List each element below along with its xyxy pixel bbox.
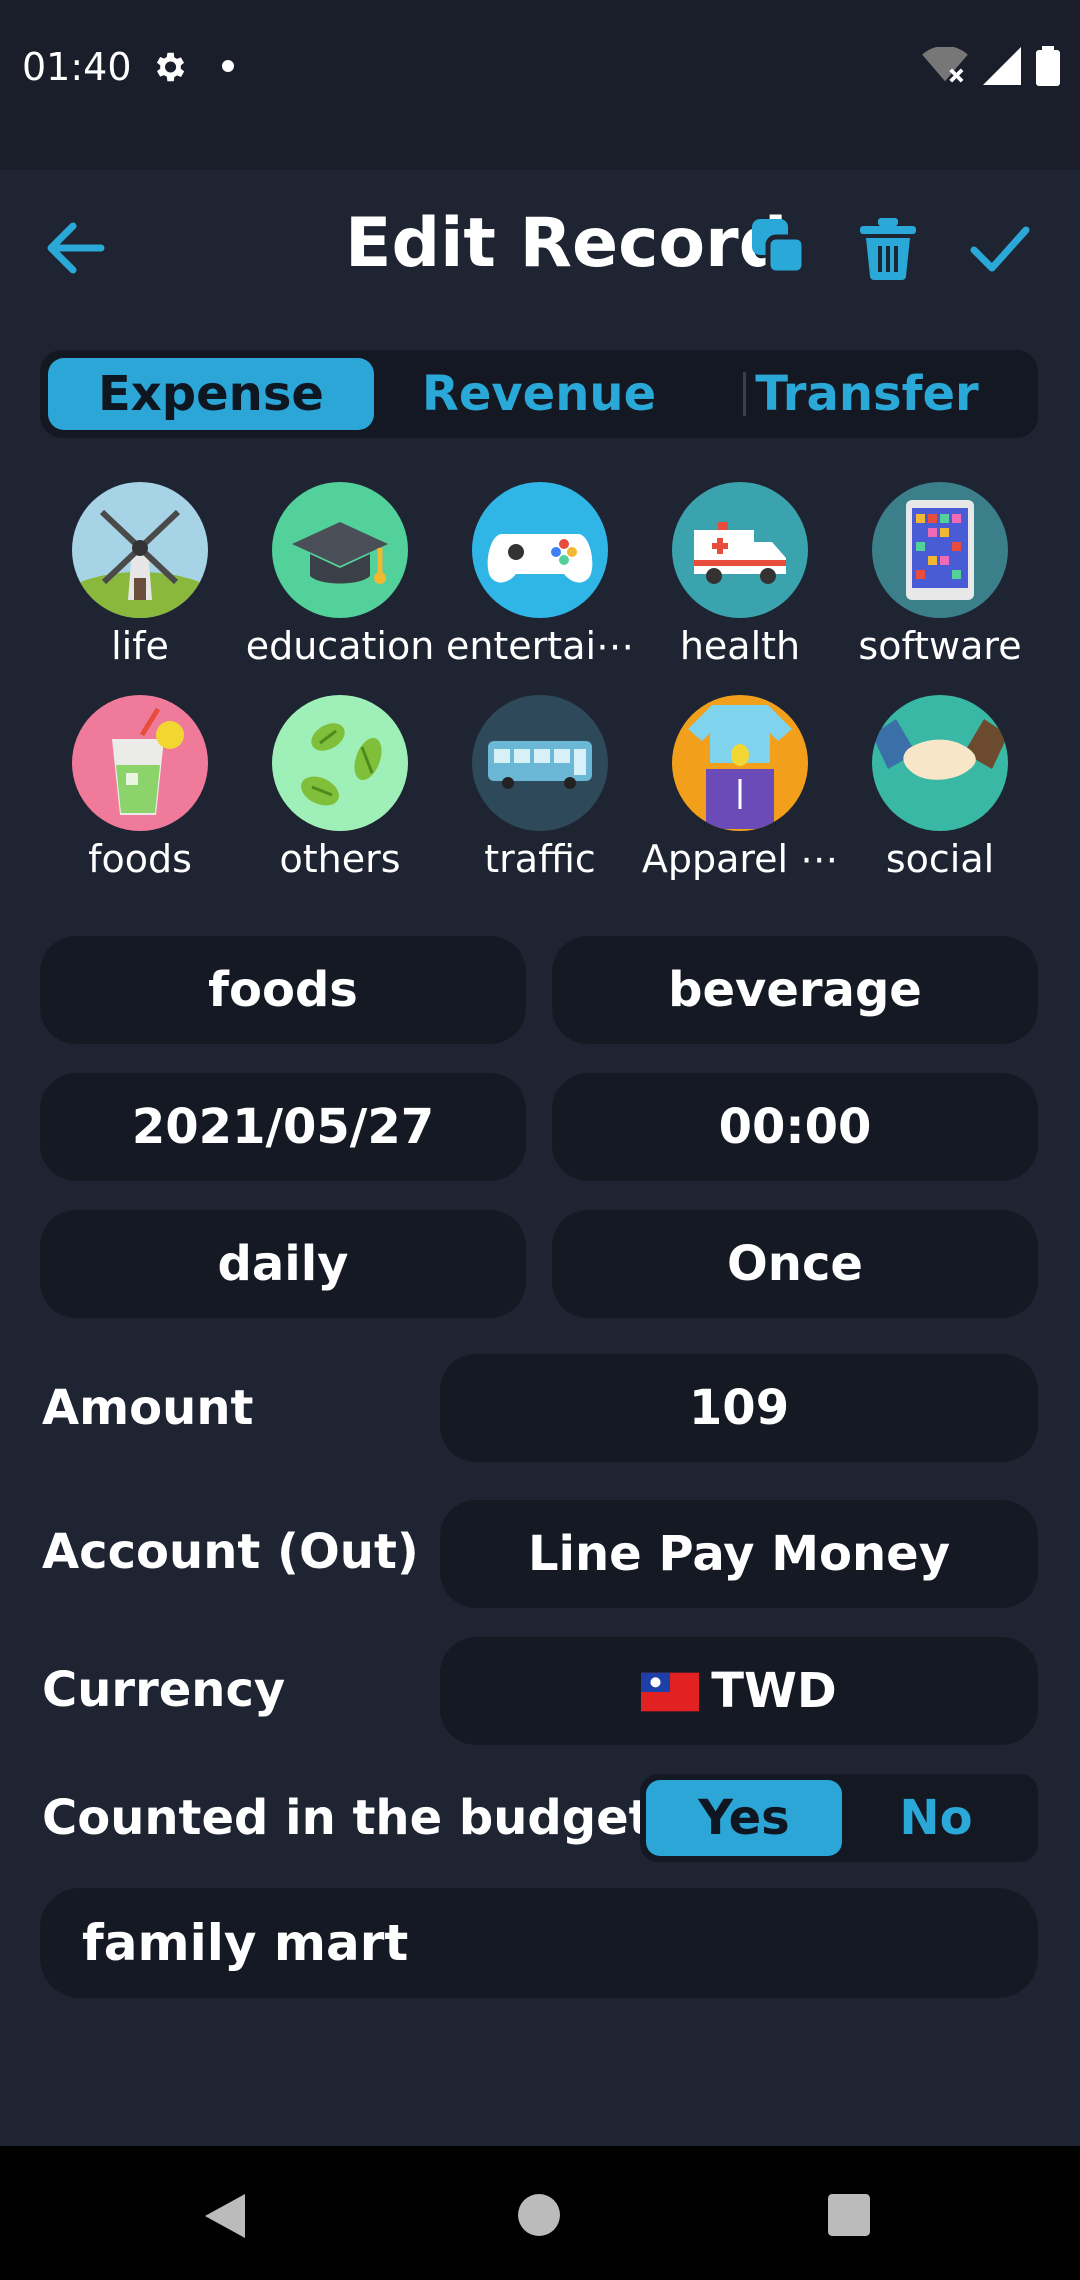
- tab-revenue[interactable]: Revenue: [376, 358, 702, 430]
- amount-label: Amount: [42, 1380, 254, 1436]
- nav-home-icon[interactable]: [518, 2194, 560, 2236]
- budget-toggle: Yes No: [640, 1774, 1038, 1862]
- category-software[interactable]: software: [840, 482, 1040, 668]
- tab-transfer[interactable]: Transfer: [704, 358, 1030, 430]
- category-select[interactable]: foods: [40, 936, 526, 1044]
- budget-label: Counted in the budget: [42, 1790, 652, 1846]
- category-label: software: [858, 624, 1022, 668]
- amount-input[interactable]: 109: [440, 1354, 1038, 1462]
- trash-icon[interactable]: [858, 216, 918, 280]
- taiwan-flag-icon: [641, 1672, 700, 1712]
- notification-dot-icon: [222, 60, 234, 72]
- account-select[interactable]: Line Pay Money: [440, 1500, 1038, 1608]
- date-field[interactable]: 2021/05/27: [40, 1073, 526, 1181]
- category-traffic[interactable]: traffic: [440, 695, 640, 881]
- budget-yes-button[interactable]: Yes: [646, 1780, 842, 1856]
- tablet-icon: [872, 482, 1008, 618]
- gamepad-icon: [472, 482, 608, 618]
- status-time: 01:40: [22, 45, 132, 89]
- nav-recents-icon[interactable]: [828, 2194, 870, 2236]
- page-title: Edit Record: [345, 204, 788, 283]
- currency-code: TWD: [711, 1663, 837, 1719]
- settings-gear-icon: [156, 52, 185, 82]
- budget-no-button[interactable]: No: [838, 1780, 1034, 1856]
- category-label: social: [885, 837, 995, 881]
- currency-label: Currency: [42, 1662, 286, 1718]
- account-label: Account (Out): [42, 1524, 419, 1580]
- category-others[interactable]: others: [240, 695, 440, 881]
- currency-select[interactable]: TWD: [440, 1637, 1038, 1745]
- frequency-select[interactable]: daily: [40, 1210, 526, 1318]
- note-text: family mart: [82, 1914, 409, 1972]
- tab-expense[interactable]: Expense: [48, 358, 374, 430]
- graduation-cap-icon: [272, 482, 408, 618]
- handshake-icon: [872, 695, 1008, 831]
- repeat-select[interactable]: Once: [552, 1210, 1038, 1318]
- status-bar: 01:40: [0, 0, 1080, 170]
- clothes-icon: [672, 695, 808, 831]
- leaves-icon: [272, 695, 408, 831]
- category-label: foods: [88, 837, 192, 881]
- category-label: traffic: [484, 837, 596, 881]
- ambulance-icon: [672, 482, 808, 618]
- confirm-check-icon[interactable]: [968, 222, 1032, 274]
- battery-icon: [1036, 46, 1060, 86]
- category-apparel[interactable]: Apparel ⋯: [640, 695, 840, 881]
- category-health[interactable]: health: [640, 482, 840, 668]
- category-label: education: [245, 624, 435, 668]
- bus-icon: [472, 695, 608, 831]
- category-education[interactable]: education: [240, 482, 440, 668]
- category-label: life: [111, 624, 169, 668]
- category-label: Apparel ⋯: [641, 837, 839, 881]
- drink-icon: [72, 695, 208, 831]
- time-field[interactable]: 00:00: [552, 1073, 1038, 1181]
- nav-back-icon[interactable]: [205, 2194, 245, 2238]
- category-label: entertai⋯: [445, 624, 635, 668]
- system-nav-bar: [0, 2146, 1080, 2280]
- category-life[interactable]: life: [40, 482, 240, 668]
- windmill-icon: [72, 482, 208, 618]
- subcategory-select[interactable]: beverage: [552, 936, 1038, 1044]
- signal-icon: [983, 47, 1021, 85]
- category-social[interactable]: social: [840, 695, 1040, 881]
- category-entertainment[interactable]: entertai⋯: [440, 482, 640, 668]
- note-input[interactable]: family mart: [40, 1888, 1038, 1998]
- category-label: others: [279, 837, 401, 881]
- wifi-off-icon: [922, 47, 968, 83]
- category-foods[interactable]: foods: [40, 695, 240, 881]
- record-type-tabs: Expense Revenue Transfer: [40, 350, 1038, 438]
- back-arrow-icon[interactable]: [45, 220, 105, 276]
- category-label: health: [679, 624, 801, 668]
- copy-icon[interactable]: [748, 215, 808, 277]
